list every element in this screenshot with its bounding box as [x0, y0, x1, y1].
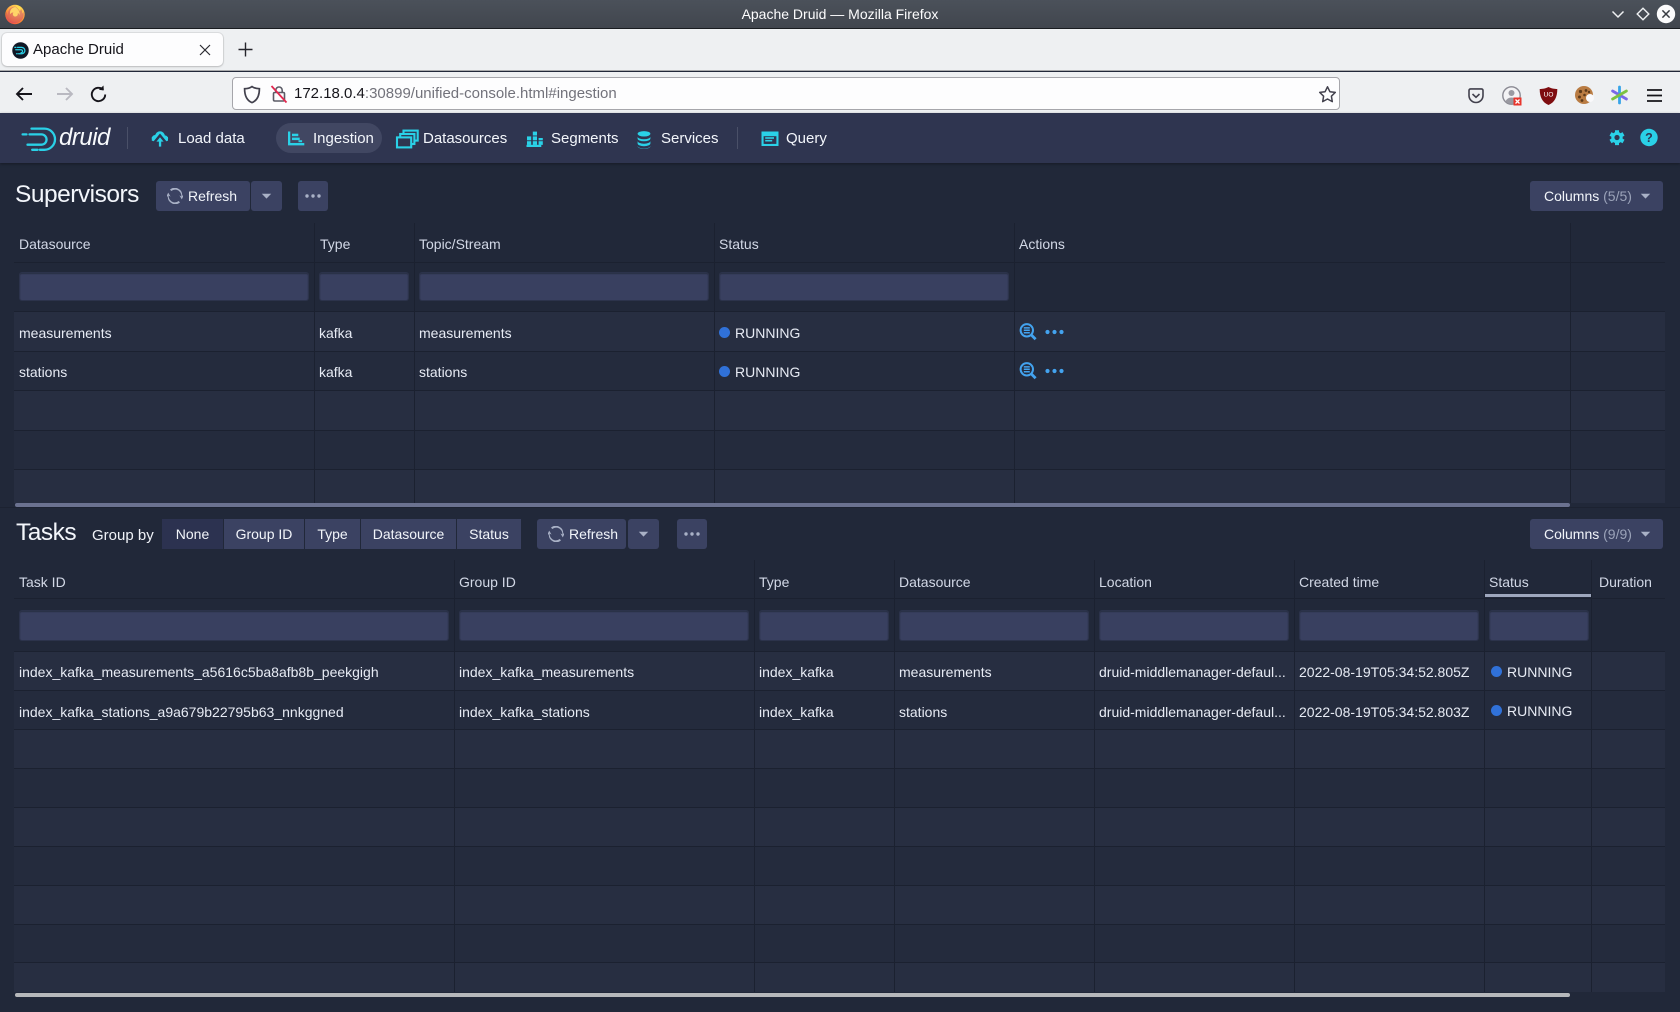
- svg-text:?: ?: [1645, 131, 1653, 145]
- svg-text:UO: UO: [1544, 92, 1554, 99]
